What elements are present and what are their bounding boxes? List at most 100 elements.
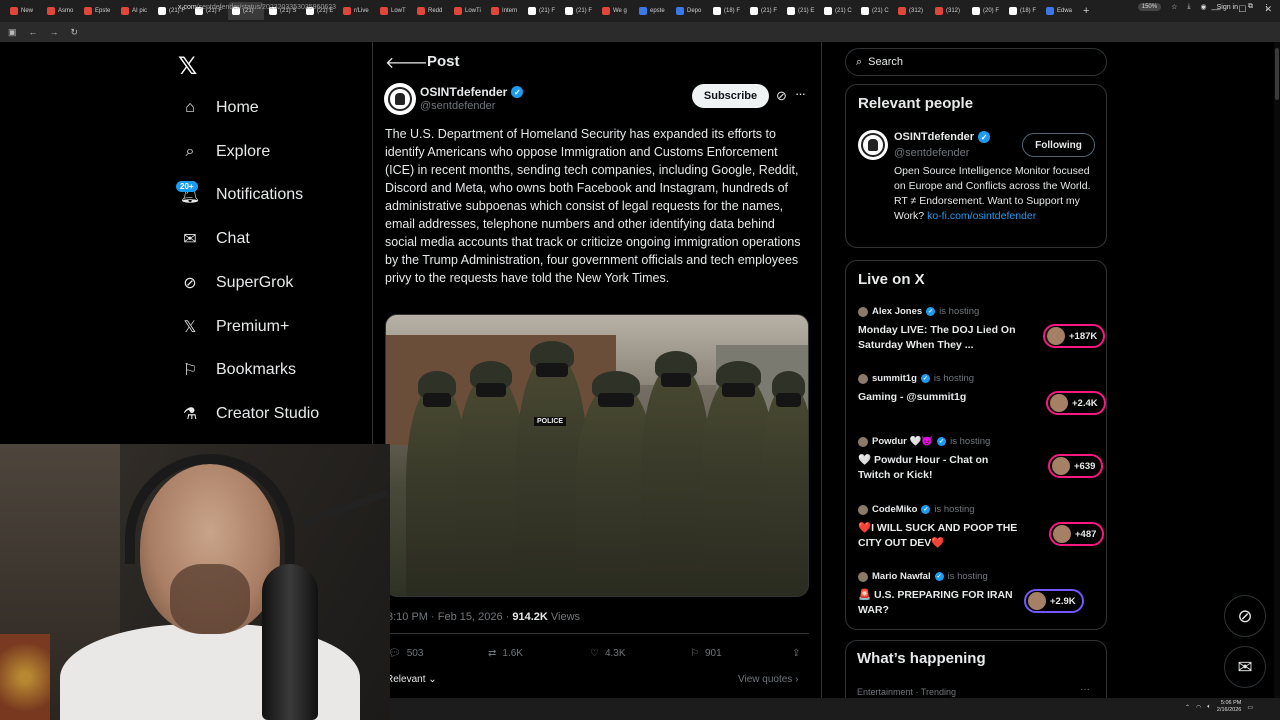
- x-logo[interactable]: 𝕏: [178, 52, 197, 80]
- browser-tab[interactable]: Intern: [487, 2, 523, 20]
- hosting-label: is hosting: [939, 306, 980, 317]
- download-icon[interactable]: ⤓: [1187, 3, 1190, 11]
- live-listener-pill[interactable]: +487: [1049, 522, 1105, 546]
- more-options-icon[interactable]: ···: [795, 86, 806, 101]
- listener-count: +487: [1075, 528, 1097, 540]
- tab-favicon-icon: [565, 7, 573, 15]
- browser-tab[interactable]: Edwa: [1042, 2, 1078, 20]
- live-listener-pill[interactable]: +187K: [1043, 324, 1106, 348]
- following-button[interactable]: Following: [1022, 133, 1095, 157]
- browser-tab[interactable]: We g: [598, 2, 634, 20]
- relevant-person-bio: Open Source Intelligence Monitor focused…: [894, 164, 1099, 224]
- grok-fab-icon[interactable]: ⊘: [1224, 595, 1266, 637]
- browser-tab[interactable]: Asmo: [43, 2, 79, 20]
- whats-happening-title: What’s happening: [857, 650, 986, 667]
- zoom-indicator[interactable]: 150%: [1137, 3, 1162, 11]
- browser-tab[interactable]: Depo: [672, 2, 708, 20]
- repost-button[interactable]: ⇄ 1.6K: [488, 648, 523, 659]
- home-icon: ⌂: [185, 99, 195, 116]
- timestamp-text[interactable]: 3:10 PM · Feb 15, 2026 ·: [387, 611, 512, 623]
- scrollbar[interactable]: [1274, 42, 1280, 720]
- favorite-star-icon[interactable]: ☆: [1171, 3, 1177, 11]
- tab-favicon-icon: [417, 7, 425, 15]
- browser-tab[interactable]: (312): [931, 2, 967, 20]
- relevant-person-avatar[interactable]: [858, 130, 888, 160]
- browser-tab[interactable]: (21) F: [524, 2, 560, 20]
- post-image[interactable]: POLICE: [385, 314, 809, 597]
- wifi-icon[interactable]: ◠: [1196, 704, 1201, 711]
- author-name[interactable]: OSINTdefender ✓: [420, 85, 524, 99]
- browser-tab[interactable]: (18) F: [709, 2, 745, 20]
- bookmark-icon: ⚐: [182, 362, 198, 379]
- nav-item-chat[interactable]: ✉ Chat: [180, 225, 250, 253]
- browser-tab[interactable]: (21) E: [783, 2, 819, 20]
- nav-item-home[interactable]: ⌂ Home: [180, 94, 259, 122]
- author-avatar[interactable]: [384, 83, 416, 115]
- author-handle[interactable]: @sentdefender: [420, 100, 495, 112]
- back-icon[interactable]: ←: [29, 27, 38, 37]
- browser-tab[interactable]: LowT: [376, 2, 412, 20]
- browser-tab[interactable]: AI pic: [117, 2, 153, 20]
- sign-in-link[interactable]: Sign in: [1217, 4, 1238, 11]
- grok-icon[interactable]: ⊘: [776, 88, 787, 104]
- like-button[interactable]: ♡ 4.3K: [590, 648, 626, 659]
- tab-label: Intern: [502, 8, 518, 14]
- listener-avatar: [1028, 592, 1046, 610]
- nav-item-creator-studio[interactable]: ⚗ Creator Studio: [180, 400, 319, 428]
- back-arrow-icon[interactable]: 🡐: [385, 52, 428, 73]
- nav-item-explore[interactable]: ⌕ Explore: [180, 138, 271, 166]
- browser-tab[interactable]: (21) C: [820, 2, 856, 20]
- browser-tab[interactable]: New: [6, 2, 42, 20]
- browser-tab[interactable]: (21) F: [561, 2, 597, 20]
- scrollbar-thumb[interactable]: [1275, 48, 1279, 100]
- sort-replies-dropdown[interactable]: Relevant ⌄: [386, 674, 437, 685]
- browser-tab[interactable]: (20) F: [968, 2, 1004, 20]
- live-listener-pill[interactable]: +639: [1048, 454, 1104, 478]
- tab-favicon-icon: [713, 7, 721, 15]
- nav-item-premium[interactable]: 𝕏 Premium+: [180, 313, 290, 341]
- notification-center-icon[interactable]: ▭: [1247, 704, 1253, 711]
- browser-tab[interactable]: (21) C: [857, 2, 893, 20]
- new-tab-icon[interactable]: +: [1083, 5, 1089, 17]
- browser-tab[interactable]: (312): [894, 2, 930, 20]
- post-timestamp: 3:10 PM · Feb 15, 2026 · 914.2K Views: [387, 611, 580, 623]
- nav-item-notifications[interactable]: 🔔︎ Notifications: [180, 181, 303, 209]
- view-quotes-link[interactable]: View quotes ›: [738, 674, 798, 685]
- relevant-person-handle[interactable]: @sentdefender: [894, 147, 969, 159]
- tab-favicon-icon: [1046, 7, 1054, 15]
- url-field[interactable]: x.com/sentdefender/status/20232033530359…: [178, 4, 336, 11]
- extensions-icon[interactable]: ⧉: [1248, 3, 1253, 11]
- reload-icon[interactable]: ↻: [71, 27, 79, 38]
- browser-tab[interactable]: r/Live: [339, 2, 375, 20]
- sidebar-toggle-icon[interactable]: ▣: [8, 27, 17, 38]
- clock[interactable]: 5:06 PM 2/16/2026: [1217, 700, 1241, 714]
- browser-tab[interactable]: Redd: [413, 2, 449, 20]
- browser-tab[interactable]: epste: [635, 2, 671, 20]
- search-input[interactable]: ⌕ Search: [845, 48, 1107, 76]
- profile-icon[interactable]: ◉: [1200, 3, 1206, 11]
- bookmark-button[interactable]: ⚐ 901: [690, 648, 722, 659]
- browser-tab[interactable]: Epste: [80, 2, 116, 20]
- relevant-person-name[interactable]: OSINTdefender ✓: [894, 131, 991, 143]
- reply-button[interactable]: 💬︎ 503: [388, 648, 423, 659]
- nav-item-bookmarks[interactable]: ⚐ Bookmarks: [180, 356, 296, 384]
- kofi-link[interactable]: ko-fi.com/osintdefender: [927, 210, 1036, 222]
- browser-tab[interactable]: LowTi: [450, 2, 486, 20]
- mail-icon: ✉: [183, 231, 197, 248]
- browser-tab[interactable]: (21) F: [746, 2, 782, 20]
- relevant-people-card: Relevant people OSINTdefender ✓ @sentdefe…: [845, 84, 1107, 248]
- live-title: 🤍 Powdur Hour - Chat on Twitch or Kick!: [858, 454, 989, 481]
- share-button[interactable]: ⇪: [792, 648, 800, 659]
- messages-fab-icon[interactable]: ✉: [1224, 646, 1266, 688]
- trend-more-icon[interactable]: ···: [1080, 684, 1090, 695]
- subscribe-button[interactable]: Subscribe: [692, 84, 769, 108]
- verified-badge-icon: ✓: [937, 437, 947, 446]
- nav-item-supergrok[interactable]: ⊘ SuperGrok: [180, 269, 293, 297]
- menu-icon[interactable]: ⋮: [1263, 3, 1270, 11]
- tray-chevron-icon[interactable]: ⌃: [1185, 704, 1190, 711]
- live-listener-pill[interactable]: +2.4K: [1046, 391, 1106, 415]
- forward-icon[interactable]: →: [50, 27, 59, 37]
- browser-tab[interactable]: (18) F: [1005, 2, 1041, 20]
- live-listener-pill[interactable]: +2.9K: [1024, 589, 1084, 613]
- volume-icon[interactable]: 🔈︎: [1207, 704, 1211, 711]
